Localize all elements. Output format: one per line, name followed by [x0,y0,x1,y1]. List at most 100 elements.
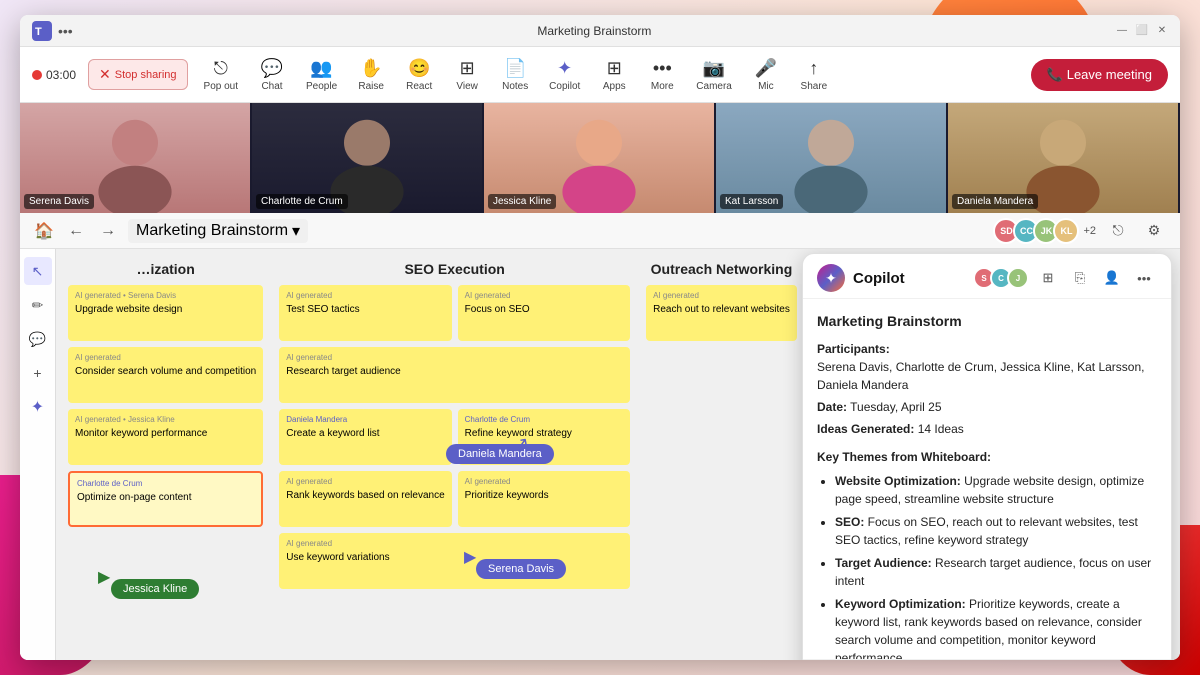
copilot-date-row: Date: Tuesday, April 25 [817,398,1157,416]
serena-label: Serena Davis [24,194,94,209]
video-thumb-daniela[interactable]: Daniela Mandera [948,103,1180,213]
serena-bubble: Serena Davis [476,559,566,579]
copilot-more-button[interactable]: ••• [1131,265,1157,291]
copilot-panel-icon: ✦ [817,264,845,292]
teams-logo-icon: T [32,21,52,41]
leave-meeting-button[interactable]: 📞 Leave meeting [1031,59,1168,91]
note-search-volume[interactable]: AI generated Consider search volume and … [68,347,263,403]
ai-badge-2: AI generated [75,353,256,363]
author-badge: Charlotte de Crum [77,479,254,489]
pop-out-button[interactable]: ⎋ Pop out [196,54,246,96]
author-charlotte: Charlotte de Crum [465,415,623,425]
theme-target: Target Audience: Research target audienc… [835,554,1157,590]
avatar-plus-count: +2 [1083,225,1096,237]
maximize-button[interactable]: ⬜ [1136,25,1148,37]
copilot-header: ✦ Copilot S C J ⊞ ⎘ 👤 ••• [803,254,1171,299]
sticky-tool[interactable]: + [24,359,52,387]
daniela-bubble: Daniela Mandera [446,444,554,464]
view-label: View [456,81,478,92]
view-icon: ⊞ [460,58,475,79]
mic-button[interactable]: 🎤 Mic [744,54,788,96]
settings-icon[interactable]: ⚙ [1140,217,1168,245]
ai-badge-seo1: AI generated [286,291,444,301]
apps-button[interactable]: ⊞ Apps [592,54,636,96]
close-button[interactable]: ✕ [1156,25,1168,37]
note-rank-keywords[interactable]: AI generated Rank keywords based on rele… [279,471,451,527]
copilot-button[interactable]: ✦ Copilot [541,54,588,96]
camera-button[interactable]: 📷 Camera [688,54,740,96]
copilot-ideas-value: 14 Ideas [918,422,964,436]
copilot-copy-button[interactable]: ⎘ [1067,265,1093,291]
pencil-tool[interactable]: ✏ [24,291,52,319]
note-keyword-variations[interactable]: AI generated Use keyword variations [279,533,630,589]
author-daniela: Daniela Mandera [286,415,444,425]
cp-avatar-3: J [1007,267,1029,289]
share-button[interactable]: ↑ Share [792,54,836,96]
note-test-seo[interactable]: AI generated Test SEO tactics [279,285,451,341]
breadcrumb-text: Marketing Brainstorm [136,222,288,240]
camera-icon: 📷 [703,58,725,79]
note-keyword-list[interactable]: Daniela Mandera Create a keyword list [279,409,451,465]
video-thumb-serena[interactable]: Serena Davis [20,103,252,213]
note-research-target[interactable]: AI generated Research target audience [279,347,630,403]
title-bar: T ••• Marketing Brainstorm — ⬜ ✕ [20,15,1180,47]
column-outreach: Outreach Networking AI generated Reach o… [646,261,797,589]
video-thumb-jessica[interactable]: Jessica Kline [484,103,716,213]
chat-icon: 💬 [261,58,283,79]
mic-icon: 🎤 [755,58,777,79]
breadcrumb[interactable]: Marketing Brainstorm ▾ [128,219,308,243]
jessica-label: Jessica Kline [488,194,556,209]
copilot-icon: ✦ [557,58,572,79]
col-seo-header: SEO Execution [279,261,630,277]
column-seo: SEO Execution AI generated Test SEO tact… [279,261,630,589]
comment-tool[interactable]: 💬 [24,325,52,353]
ai-badge-seo2: AI generated [465,291,623,301]
copilot-panel: ✦ Copilot S C J ⊞ ⎘ 👤 ••• Marketing Brai… [802,253,1172,660]
chat-button[interactable]: 💬 Chat [250,54,294,96]
select-tool[interactable]: ↖ [24,257,52,285]
recording-dot [32,70,42,80]
left-toolbar: ↖ ✏ 💬 + ✦ [20,249,56,660]
note-prioritize[interactable]: AI generated Prioritize keywords [458,471,630,527]
raise-button[interactable]: ✋ Raise [349,54,393,96]
note-reach-out[interactable]: AI generated Reach out to relevant websi… [646,285,797,341]
note-optimize-page[interactable]: Charlotte de Crum Optimize on-page conte… [68,471,263,527]
video-thumb-kat[interactable]: Kat Larsson [716,103,948,213]
notes-label: Notes [502,81,528,92]
themes-list: Website Optimization: Upgrade website de… [817,472,1157,659]
note-monitor[interactable]: AI generated • Jessica Kline Monitor key… [68,409,263,465]
pop-out-label: Pop out [204,81,238,92]
minimize-button[interactable]: — [1116,25,1128,37]
copilot-label: Copilot [549,81,580,92]
serena-cursor-icon: ▶ [464,547,476,567]
people-button[interactable]: 👥 People [298,54,345,96]
stop-sharing-button[interactable]: ✕ Stop sharing [88,59,188,90]
mic-label: Mic [758,81,774,92]
teams-menu-dots[interactable]: ••• [58,23,73,39]
copilot-avatar-group: S C J [973,267,1029,289]
forward-button[interactable]: → [96,219,120,243]
theme-website: Website Optimization: Upgrade website de… [835,472,1157,508]
ideas-label: Ideas Generated: [817,422,914,436]
column-optimization: …ization AI generated • Serena Davis Upg… [68,261,263,589]
copilot-wb-icon[interactable]: ✦ [24,393,52,421]
note-focus-seo[interactable]: AI generated Focus on SEO [458,285,630,341]
copilot-person-button[interactable]: 👤 [1099,265,1125,291]
video-thumb-charlotte[interactable]: Charlotte de Crum [252,103,484,213]
home-button[interactable]: 🏠 [32,219,56,243]
teams-window: T ••• Marketing Brainstorm — ⬜ ✕ 03:00 ✕… [20,15,1180,660]
more-button[interactable]: ••• More [640,54,684,96]
react-button[interactable]: 😊 React [397,54,441,96]
ai-badge-seo6: AI generated [286,539,623,549]
share-link-icon[interactable]: ⎋ [1104,217,1132,245]
apps-icon: ⊞ [607,58,622,79]
copilot-panel-title: Copilot [853,270,905,287]
chat-label: Chat [261,81,282,92]
recording-time: 03:00 [46,68,76,82]
view-button[interactable]: ⊞ View [445,54,489,96]
notes-button[interactable]: 📄 Notes [493,54,537,96]
back-button[interactable]: ← [64,219,88,243]
recording-indicator: 03:00 [32,68,76,82]
note-upgrade[interactable]: AI generated • Serena Davis Upgrade webs… [68,285,263,341]
copilot-grid-button[interactable]: ⊞ [1035,265,1061,291]
